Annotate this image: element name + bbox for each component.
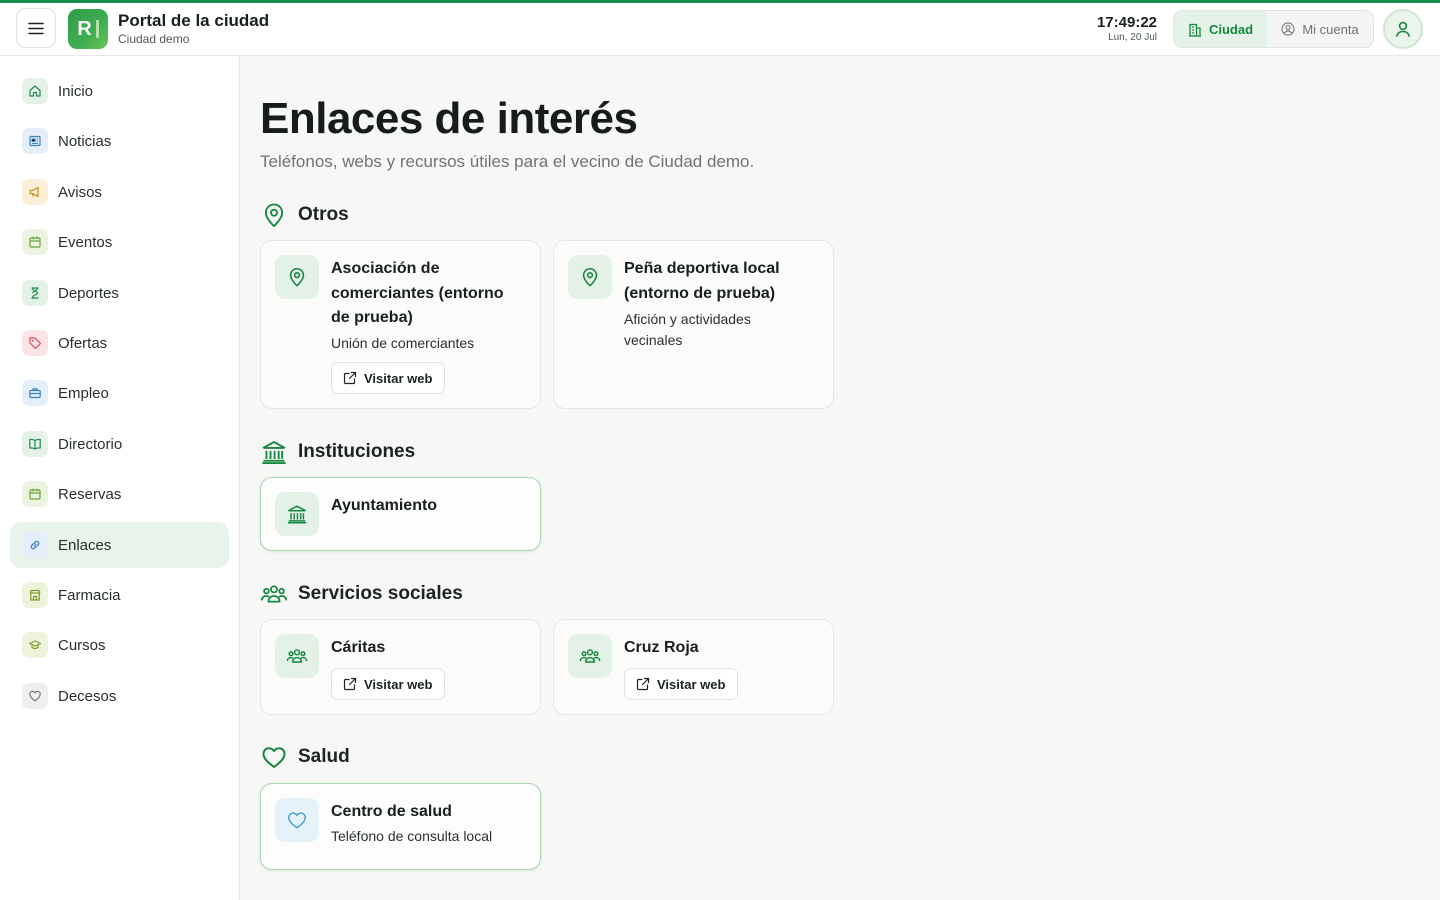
sidebar-item-deportes[interactable]: Deportes — [10, 270, 229, 316]
link-card: Peña deportiva local (entorno de prueba)… — [553, 240, 834, 409]
section-header-instituciones: Instituciones — [260, 438, 415, 466]
home-icon — [22, 78, 48, 104]
menu-button[interactable] — [16, 8, 56, 48]
card-title: Centro de salud — [331, 803, 452, 820]
link-card: Asociación de comerciantes (entorno de p… — [260, 240, 541, 409]
section-header-salud: Salud — [260, 743, 350, 771]
clock-time: 17:49:22 — [1096, 14, 1157, 31]
link-card: Cáritas Visitar web — [260, 619, 541, 715]
user-icon — [1396, 21, 1410, 37]
visit-web-button[interactable]: Visitar web — [331, 362, 446, 394]
app-title: Portal de la ciudad — [118, 11, 270, 30]
sidebar-item-eventos[interactable]: Eventos — [10, 219, 229, 265]
institution-icon — [275, 492, 319, 536]
section-header-otros: Otros — [260, 201, 349, 229]
visit-web-button[interactable]: Visitar web — [624, 668, 739, 700]
sidebar-item-farmacia[interactable]: Farmacia — [10, 572, 229, 618]
tag-icon — [22, 330, 48, 356]
heart-icon — [262, 747, 286, 768]
map-pin-icon — [275, 255, 319, 299]
sidebar-item-noticias[interactable]: Noticias — [10, 118, 229, 164]
card-title: Asociación de comerciantes (entorno de p… — [331, 260, 504, 326]
top-bar: R Portal de la ciudad Ciudad demo 17:49:… — [0, 3, 1440, 56]
sidebar-item-directorio[interactable]: Directorio — [10, 421, 229, 467]
user-circle-icon — [1281, 22, 1295, 36]
external-link-icon — [343, 677, 357, 691]
sidebar: Inicio Noticias Avisos Eventos Deportes … — [0, 56, 240, 900]
city-mode-button[interactable]: Ciudad — [1174, 11, 1267, 47]
external-link-icon — [343, 371, 357, 385]
card-title: Ayuntamiento — [331, 497, 438, 514]
building-icon — [1188, 23, 1201, 37]
card-description: Teléfono de consulta local — [331, 828, 493, 844]
card-description: Unión de comerciantes — [331, 335, 475, 351]
heart-icon — [275, 798, 319, 842]
app-logo[interactable]: R — [68, 9, 108, 49]
visit-web-button[interactable]: Visitar web — [331, 668, 446, 700]
link-icon — [22, 532, 48, 558]
link-card[interactable]: Ayuntamiento — [260, 477, 541, 551]
account-mode-button[interactable]: Mi cuenta — [1267, 11, 1373, 47]
mode-switch: Ciudad Mi cuenta — [1173, 10, 1374, 48]
store-icon — [22, 582, 48, 608]
calendar-icon — [22, 229, 48, 255]
institution-icon — [262, 441, 286, 465]
link-card[interactable]: Centro de salud Teléfono de consulta loc… — [260, 783, 541, 870]
sidebar-item-inicio[interactable]: Inicio — [10, 68, 229, 114]
user-avatar-button[interactable] — [1383, 9, 1423, 49]
people-icon — [568, 634, 612, 678]
hamburger-icon — [28, 22, 44, 34]
sidebar-item-avisos[interactable]: Avisos — [10, 169, 229, 215]
people-icon — [275, 634, 319, 678]
city-name: Ciudad demo — [118, 32, 190, 46]
sidebar-item-ofertas[interactable]: Ofertas — [10, 320, 229, 366]
book-icon — [22, 431, 48, 457]
clock-date: Lun, 20 Jul — [1108, 32, 1157, 43]
page-subtitle: Teléfonos, webs y recursos útiles para e… — [260, 152, 755, 171]
page-title: Enlaces de interés — [260, 94, 638, 143]
newspaper-icon — [22, 128, 48, 154]
card-title: Cáritas — [331, 639, 386, 656]
trophy-icon — [22, 280, 48, 306]
graduation-cap-icon — [22, 632, 48, 658]
main-content: Enlaces de interés Teléfonos, webs y rec… — [240, 56, 1440, 900]
sidebar-item-enlaces[interactable]: Enlaces — [10, 522, 229, 568]
external-link-icon — [636, 677, 650, 691]
heart-icon — [22, 683, 48, 709]
sidebar-item-decesos[interactable]: Decesos — [10, 673, 229, 719]
calendar-icon — [22, 481, 48, 507]
sidebar-item-cursos[interactable]: Cursos — [10, 622, 229, 668]
card-title: Peña deportiva local (entorno de prueba) — [624, 260, 780, 302]
people-icon — [260, 585, 288, 603]
map-pin-icon — [568, 255, 612, 299]
link-card: Cruz Roja Visitar web — [553, 619, 834, 715]
megaphone-icon — [22, 179, 48, 205]
card-description: Afición y actividades vecinales — [624, 311, 751, 348]
map-pin-icon — [264, 203, 284, 228]
sidebar-item-reservas[interactable]: Reservas — [10, 471, 229, 517]
card-title: Cruz Roja — [624, 639, 699, 656]
sidebar-item-empleo[interactable]: Empleo — [10, 370, 229, 416]
section-header-servicios-sociales: Servicios sociales — [260, 580, 463, 608]
briefcase-icon — [22, 380, 48, 406]
